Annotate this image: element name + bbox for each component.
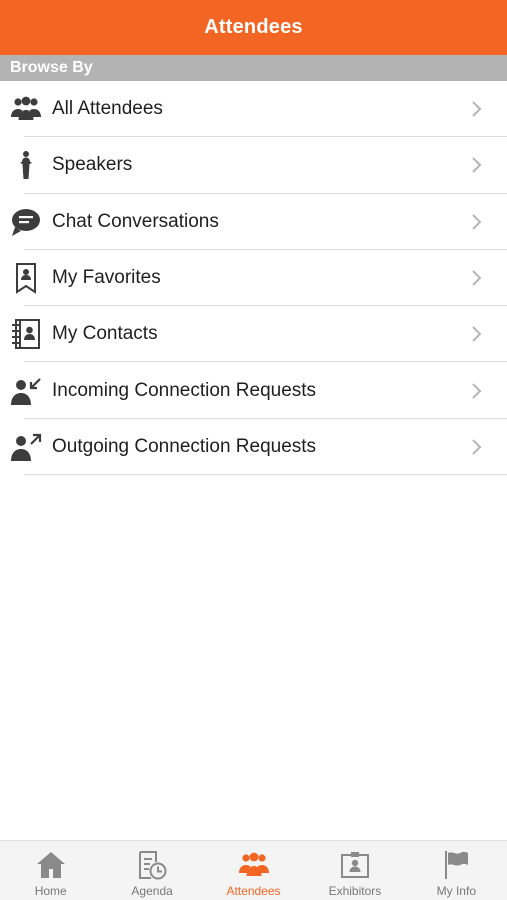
list-item-label: My Contacts (52, 323, 158, 345)
group-icon (10, 93, 42, 125)
person-outgoing-arrow-icon (10, 431, 42, 463)
chevron-right-icon (472, 270, 482, 286)
agenda-clock-icon (139, 851, 167, 880)
tab-agenda[interactable]: Agenda (101, 841, 202, 900)
chevron-right-icon (472, 101, 482, 117)
list-item-incoming-requests[interactable]: Incoming Connection Requests (0, 362, 507, 420)
chevron-right-icon (472, 326, 482, 343)
bottom-tab-bar: Home Agenda Attendees Exhibitors My Info (0, 840, 507, 900)
tab-label: Exhibitors (328, 884, 382, 898)
chevron-right-icon (472, 439, 482, 455)
section-header: Browse By (0, 55, 507, 81)
list-item-chat-conversations[interactable]: Chat Conversations (0, 194, 507, 251)
tab-label: Home (34, 884, 67, 898)
list-item-my-favorites[interactable]: My Favorites (0, 250, 507, 307)
bookmark-person-icon (10, 262, 42, 294)
tab-exhibitors[interactable]: Exhibitors (304, 841, 405, 900)
tab-my-info[interactable]: My Info (406, 841, 507, 900)
list-item-all-attendees[interactable]: All Attendees (0, 81, 507, 138)
person-incoming-arrow-icon (10, 375, 42, 407)
chat-bubble-icon (10, 206, 42, 238)
list-item-label: Chat Conversations (52, 210, 219, 232)
group-icon (238, 852, 269, 876)
list-item-outgoing-requests[interactable]: Outgoing Connection Requests (0, 419, 507, 476)
speaker-podium-icon (10, 149, 42, 181)
tab-home[interactable]: Home (0, 841, 101, 900)
list-item-my-contacts[interactable]: My Contacts (0, 306, 507, 363)
badge-icon (340, 852, 369, 878)
home-icon (36, 852, 65, 878)
tab-label: Agenda (131, 884, 173, 898)
page-title: Attendees (204, 16, 303, 38)
list-item-label: Speakers (52, 154, 133, 176)
address-book-icon (10, 318, 42, 350)
flag-icon (445, 851, 469, 879)
tab-label: My Info (436, 884, 476, 898)
tab-attendees[interactable]: Attendees (203, 841, 304, 900)
tab-label: Attendees (226, 884, 281, 898)
list-item-label: Incoming Connection Requests (52, 379, 317, 401)
chevron-right-icon (472, 157, 482, 174)
list-item-label: All Attendees (52, 98, 163, 120)
list-item-speakers[interactable]: Speakers (0, 137, 507, 194)
list-item-label: My Favorites (52, 267, 161, 289)
list-item-label: Outgoing Connection Requests (52, 435, 317, 457)
chevron-right-icon (472, 214, 482, 230)
browse-list: All Attendees Speakers Chat Conversation… (0, 81, 507, 476)
app-header: Attendees (0, 0, 507, 55)
section-label: Browse By (10, 59, 93, 76)
chevron-right-icon (472, 382, 482, 399)
